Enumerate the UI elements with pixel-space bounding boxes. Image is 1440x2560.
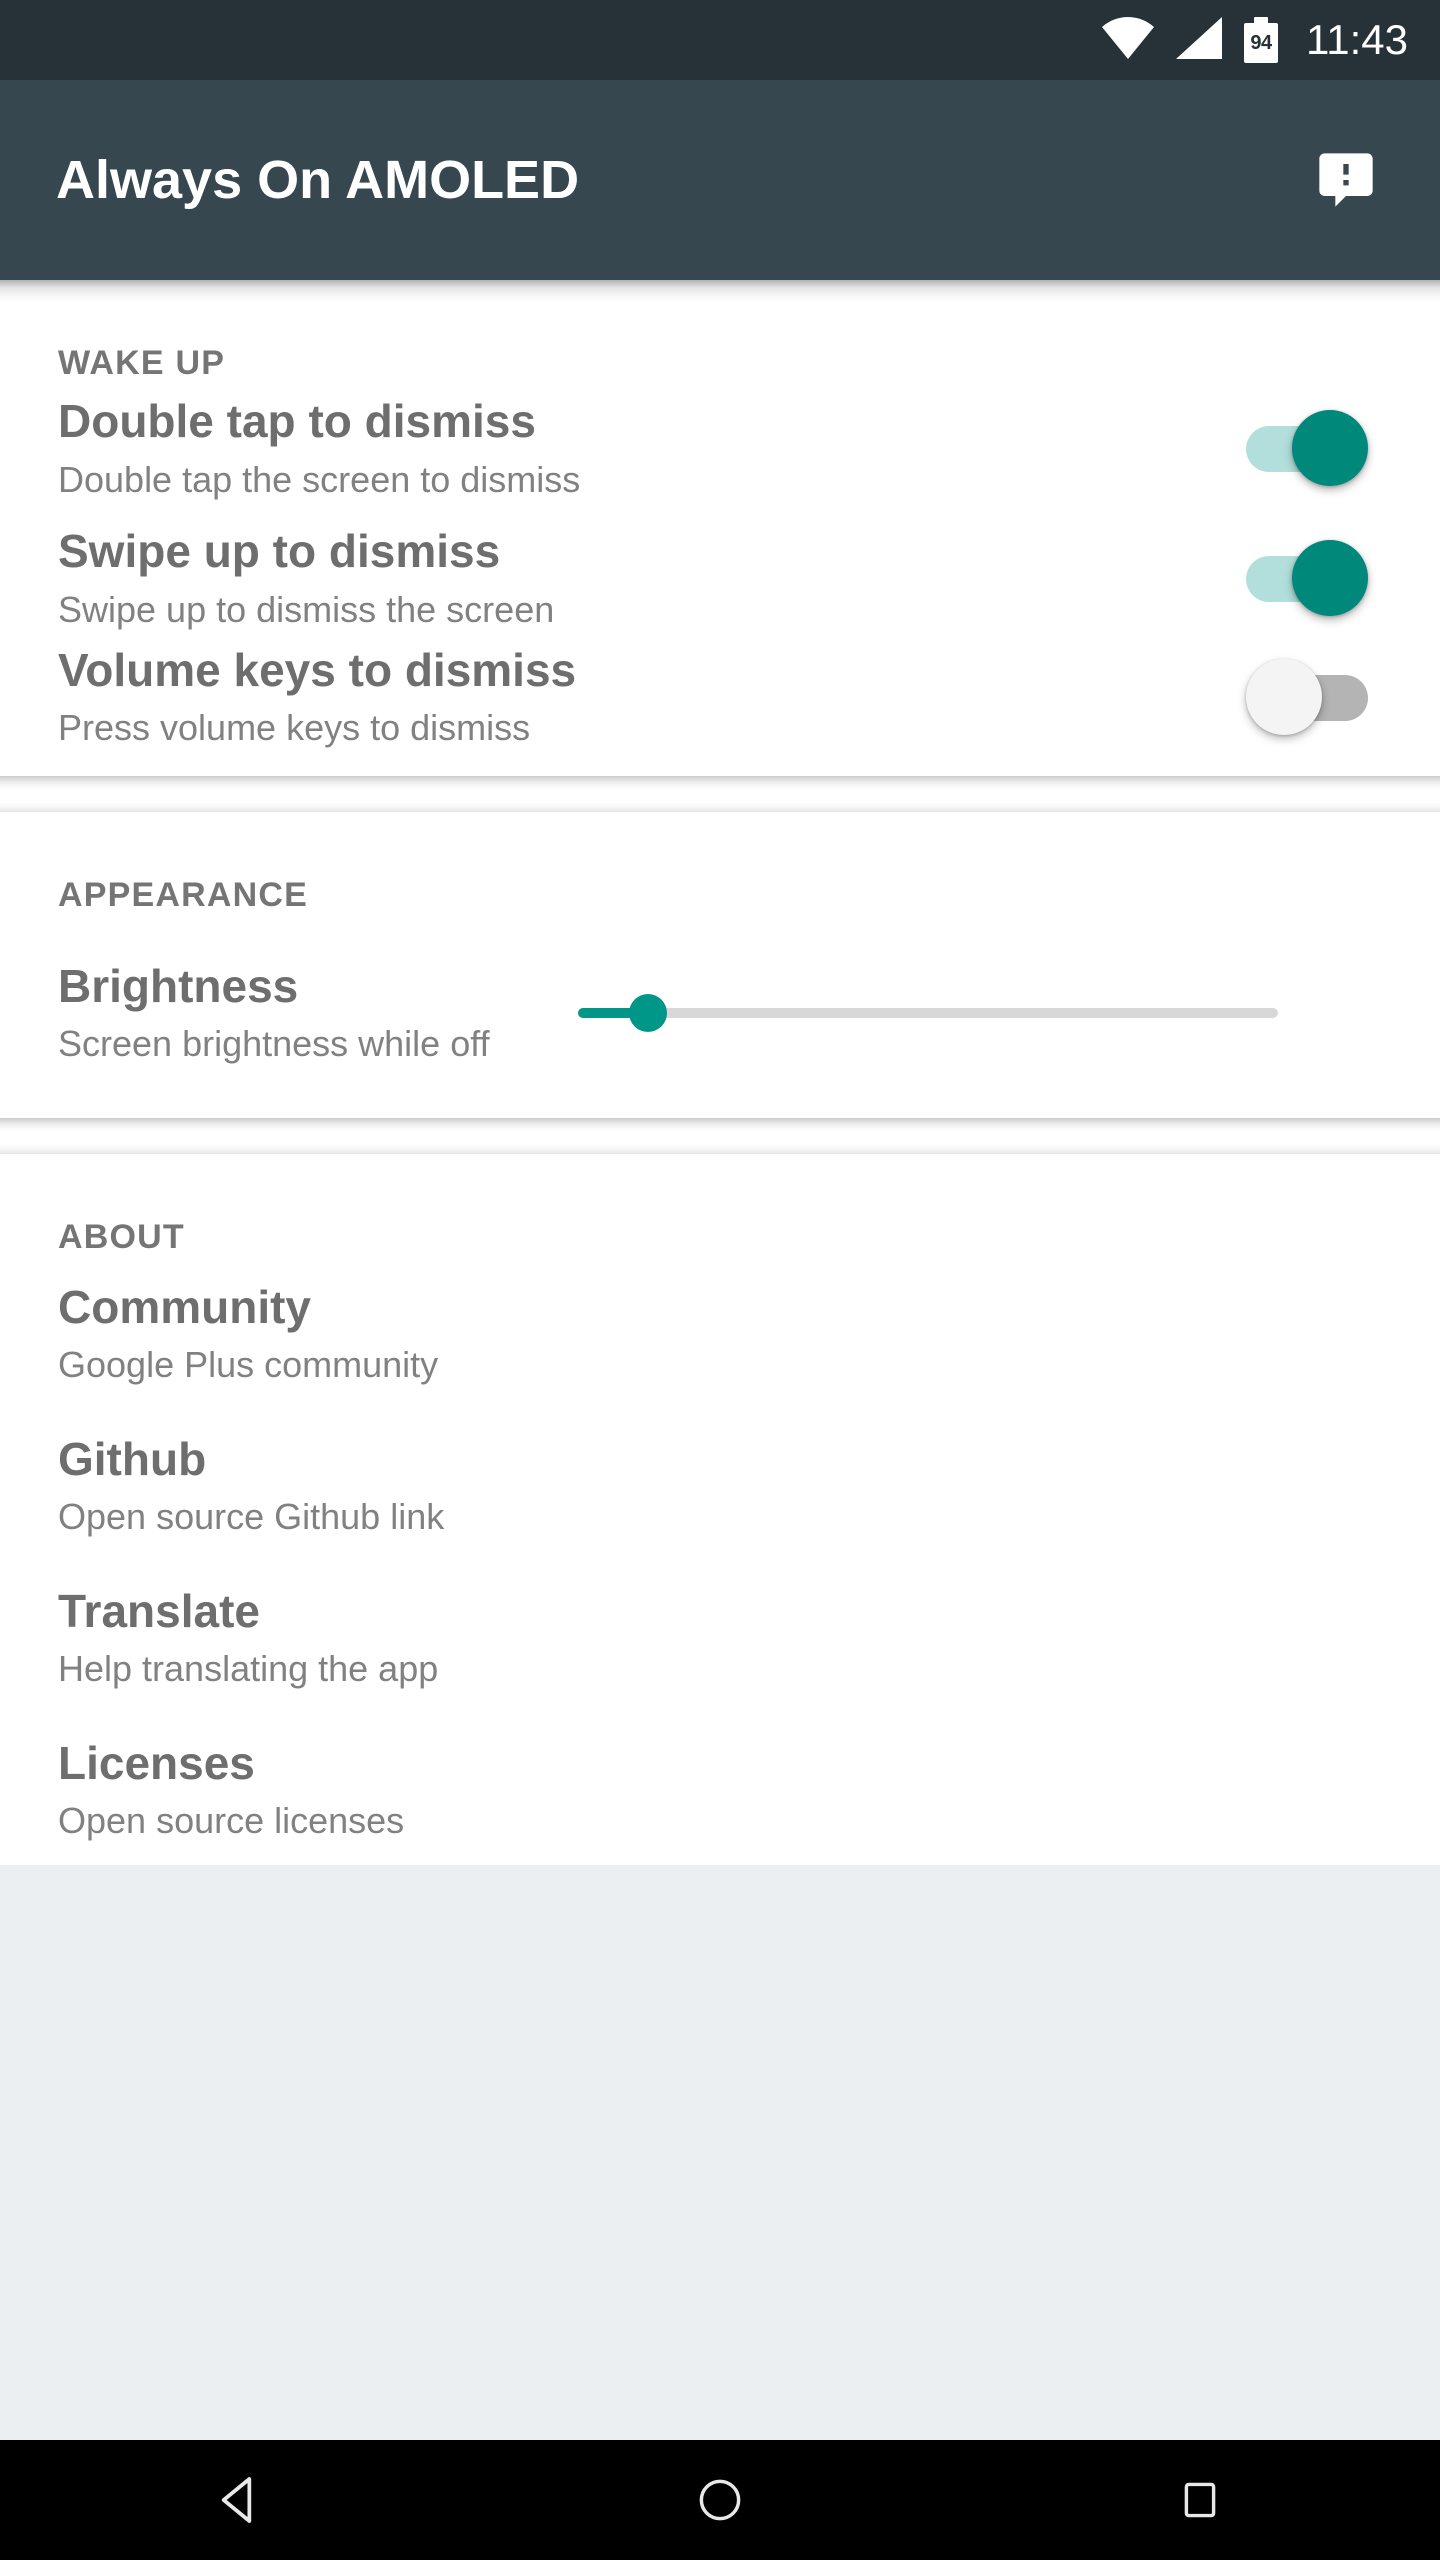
section-header-appearance: APPEARANCE [58, 876, 309, 915]
row-title: Licenses [58, 1736, 255, 1789]
row-subtitle: Screen brightness while off [58, 1023, 490, 1065]
switch-swipe-up-to-dismiss[interactable] [1246, 540, 1368, 616]
section-header-about: ABOUT [58, 1218, 185, 1257]
row-control [578, 975, 1382, 1051]
row-text: Licenses Open source licenses [58, 1736, 1382, 1843]
section-about: ABOUT Community Google Plus community Gi… [0, 1154, 1440, 1866]
setting-row-swipe-up[interactable]: Swipe up to dismiss Swipe up to dismiss … [0, 513, 1440, 643]
back-icon [221, 2477, 252, 2523]
wifi-icon [1102, 16, 1154, 64]
switch-thumb [1246, 658, 1322, 735]
row-text: Community Google Plus community [58, 1280, 1382, 1387]
nav-recents-button[interactable] [1100, 2440, 1300, 2560]
battery-level-text: 94 [1250, 31, 1272, 54]
nav-home-button[interactable] [620, 2440, 820, 2560]
section-divider [0, 776, 1440, 813]
row-control [1182, 410, 1382, 486]
setting-row-licenses[interactable]: Licenses Open source licenses [0, 1713, 1440, 1865]
status-bar-clock: 11:43 [1306, 16, 1408, 63]
home-icon [699, 2479, 741, 2521]
row-title: Swipe up to dismiss [58, 525, 501, 578]
row-title: Community [58, 1280, 311, 1333]
row-control [1182, 658, 1382, 735]
slider-thumb[interactable] [629, 993, 667, 1032]
switch-thumb [1292, 410, 1368, 486]
setting-row-volume-keys[interactable]: Volume keys to dismiss Press volume keys… [0, 643, 1440, 776]
section-header-wake-up: WAKE UP [58, 344, 226, 382]
android-navigation-bar [0, 2440, 1440, 2560]
phone-screen: 94 11:43 Always On AMOLED WAKE UP Double… [0, 0, 1440, 2560]
cellular-signal-icon [1176, 16, 1222, 64]
section-appearance: APPEARANCE Brightness Screen brightness … [0, 812, 1440, 1119]
row-text: Double tap to dismiss Double tap the scr… [58, 394, 1182, 501]
row-title: Brightness [58, 960, 299, 1013]
slider-track [578, 1007, 1278, 1018]
row-text: Translate Help translating the app [58, 1584, 1382, 1691]
section-divider [0, 1118, 1440, 1155]
row-title: Github [58, 1432, 207, 1485]
row-subtitle: Open source licenses [58, 1800, 405, 1842]
recents-icon [1184, 2482, 1216, 2518]
setting-row-double-tap[interactable]: Double tap to dismiss Double tap the scr… [0, 383, 1440, 513]
app-bar-actions [1298, 132, 1394, 228]
app-title: Always On AMOLED [56, 150, 580, 210]
status-bar: 94 11:43 [0, 0, 1440, 80]
row-text: Github Open source Github link [58, 1432, 1382, 1539]
row-text: Volume keys to dismiss Press volume keys… [58, 643, 1182, 750]
nav-back-button[interactable] [140, 2440, 340, 2560]
switch-volume-keys-to-dismiss[interactable] [1246, 658, 1368, 735]
app-bar: Always On AMOLED [0, 80, 1440, 302]
switch-thumb [1292, 540, 1368, 616]
feedback-icon [1319, 153, 1373, 207]
setting-row-community[interactable]: Community Google Plus community [0, 1257, 1440, 1409]
row-subtitle: Google Plus community [58, 1344, 439, 1386]
row-control [1182, 540, 1382, 616]
switch-double-tap-to-dismiss[interactable] [1246, 410, 1368, 486]
row-title: Volume keys to dismiss [58, 644, 577, 696]
row-text: Brightness Screen brightness while off [58, 959, 578, 1066]
feedback-button[interactable] [1298, 132, 1394, 228]
setting-row-brightness[interactable]: Brightness Screen brightness while off [0, 915, 1440, 1118]
row-title: Translate [58, 1584, 260, 1637]
section-wake-up: WAKE UP Double tap to dismiss Double tap… [0, 280, 1440, 777]
setting-row-translate[interactable]: Translate Help translating the app [0, 1561, 1440, 1713]
battery-icon: 94 [1244, 17, 1278, 63]
row-text: Swipe up to dismiss Swipe up to dismiss … [58, 524, 1182, 631]
row-subtitle: Double tap the screen to dismiss [58, 458, 581, 500]
row-title: Double tap to dismiss [58, 395, 536, 448]
brightness-slider[interactable] [578, 975, 1278, 1051]
settings-scroll-content[interactable]: WAKE UP Double tap to dismiss Double tap… [0, 280, 1440, 2440]
row-subtitle: Help translating the app [58, 1648, 439, 1690]
status-bar-icons: 94 11:43 [1102, 16, 1408, 64]
row-subtitle: Swipe up to dismiss the screen [58, 588, 555, 630]
setting-row-github[interactable]: Github Open source Github link [0, 1409, 1440, 1561]
row-subtitle: Press volume keys to dismiss [58, 707, 531, 749]
row-subtitle: Open source Github link [58, 1496, 445, 1538]
